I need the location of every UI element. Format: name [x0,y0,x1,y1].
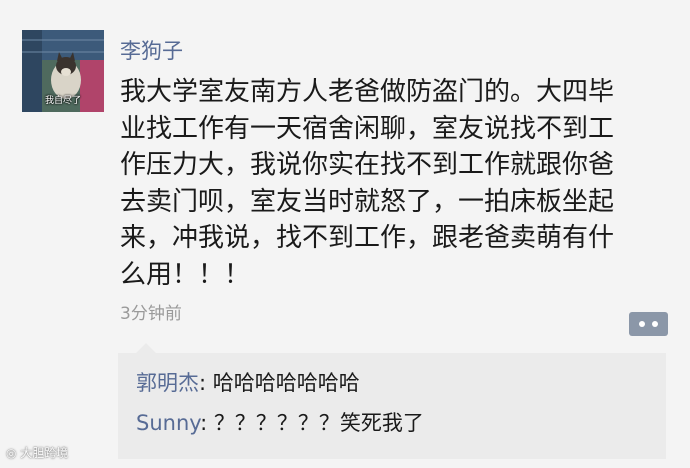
comment-text: 哈哈哈哈哈哈哈 [212,371,360,395]
comment-text: ？？？？？？笑死我了 [213,411,424,435]
post-text-line: 么用！！！ [120,259,251,290]
post-text-line: 作压力大，我说你实在找不到工作就跟你爸 [120,150,615,181]
comment-box-pointer [136,343,156,353]
post-text-line: 来，冲我说，找不到工作，跟老爸卖萌有什 [120,223,615,254]
watermark: ◎ 大胆跨境 [6,444,68,461]
comment-item[interactable]: Sunny: ？？？？？？笑死我了 [136,409,424,437]
avatar[interactable]: 我自尽了 [22,30,104,112]
moments-post: 我自尽了 李狗子 我大学室友南方人老爸做防盗门的。大四毕 业找工作有一天宿舍闲聊… [0,0,690,468]
post-body: 我大学室友南方人老爸做防盗门的。大四毕 业找工作有一天宿舍闲聊，室友说找不到工 … [120,74,680,294]
comment-dot [639,321,645,327]
post-timestamp: 3分钟前 [120,304,182,324]
comment-section: 郭明杰: 哈哈哈哈哈哈哈 Sunny: ？？？？？？笑死我了 [118,353,666,459]
comment-dots-icon[interactable] [629,312,668,336]
comment-separator: : [200,411,214,435]
comment-author[interactable]: 郭明杰 [136,371,199,395]
comment-item[interactable]: 郭明杰: 哈哈哈哈哈哈哈 [136,369,360,397]
watermark-text: 大胆跨境 [20,446,69,460]
post-text-line: 去卖门呗，室友当时就怒了，一拍床板坐起 [120,186,615,217]
weibo-logo-icon: ◎ [6,446,21,460]
post-text-line: 我大学室友南方人老爸做防盗门的。大四毕 [120,77,615,107]
post-text-line: 业找工作有一天宿舍闲聊，室友说找不到工 [120,113,615,144]
post-author-name[interactable]: 李狗子 [120,38,183,64]
comment-separator: : [199,371,213,395]
avatar-caption: 我自尽了 [44,96,81,106]
comment-author[interactable]: Sunny [136,411,200,435]
comment-dot [652,321,658,327]
